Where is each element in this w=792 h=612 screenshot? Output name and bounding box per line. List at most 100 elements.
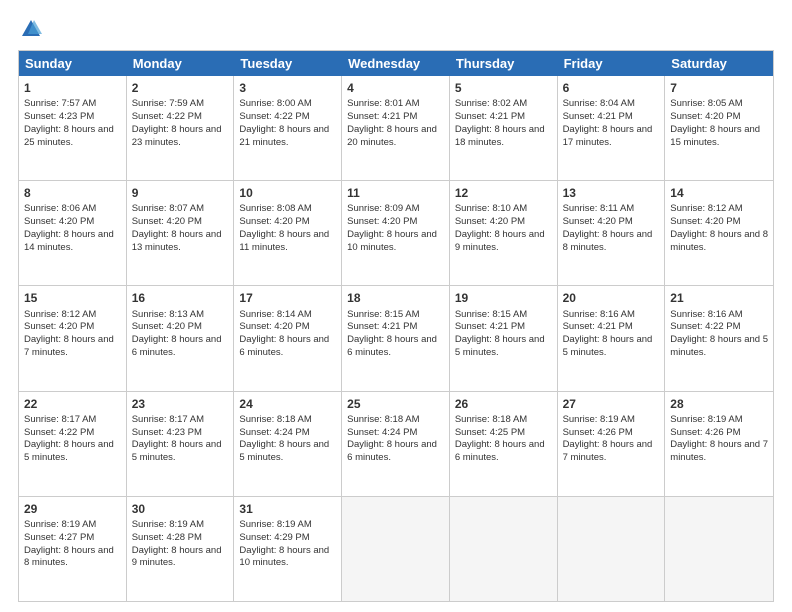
sunrise-text: Sunrise: 8:19 AM: [563, 414, 635, 425]
sunset-text: Sunset: 4:21 PM: [347, 321, 417, 332]
sunrise-text: Sunrise: 8:09 AM: [347, 203, 419, 214]
sunrise-text: Sunrise: 8:11 AM: [563, 203, 635, 214]
day-cell-2: 2Sunrise: 7:59 AMSunset: 4:22 PMDaylight…: [127, 76, 235, 180]
sunrise-text: Sunrise: 8:04 AM: [563, 98, 635, 109]
day-number: 17: [239, 290, 336, 306]
day-number: 16: [132, 290, 229, 306]
calendar-row-2: 8Sunrise: 8:06 AMSunset: 4:20 PMDaylight…: [19, 181, 773, 286]
sunset-text: Sunset: 4:22 PM: [24, 427, 94, 438]
sunrise-text: Sunrise: 8:16 AM: [563, 309, 635, 320]
sunset-text: Sunset: 4:22 PM: [239, 111, 309, 122]
day-cell-9: 9Sunrise: 8:07 AMSunset: 4:20 PMDaylight…: [127, 181, 235, 285]
sunset-text: Sunset: 4:20 PM: [239, 321, 309, 332]
daylight-text: Daylight: 8 hours and 6 minutes.: [347, 334, 437, 358]
sunrise-text: Sunrise: 8:19 AM: [239, 519, 311, 530]
day-number: 1: [24, 80, 121, 96]
day-number: 30: [132, 501, 229, 517]
day-cell-3: 3Sunrise: 8:00 AMSunset: 4:22 PMDaylight…: [234, 76, 342, 180]
day-cell-6: 6Sunrise: 8:04 AMSunset: 4:21 PMDaylight…: [558, 76, 666, 180]
day-number: 14: [670, 185, 768, 201]
day-cell-12: 12Sunrise: 8:10 AMSunset: 4:20 PMDayligh…: [450, 181, 558, 285]
sunset-text: Sunset: 4:24 PM: [239, 427, 309, 438]
day-number: 4: [347, 80, 444, 96]
sunrise-text: Sunrise: 8:12 AM: [670, 203, 742, 214]
day-number: 9: [132, 185, 229, 201]
daylight-text: Daylight: 8 hours and 14 minutes.: [24, 229, 114, 253]
logo: [18, 18, 42, 40]
day-cell-20: 20 Sunrise: 8:16 AMSunset: 4:21 PM Dayligh…: [558, 286, 666, 390]
day-number: 31: [239, 501, 336, 517]
day-cell-7: 7Sunrise: 8:05 AMSunset: 4:20 PMDaylight…: [665, 76, 773, 180]
daylight-text: Daylight: 8 hours and 18 minutes.: [455, 124, 545, 148]
day-number: 10: [239, 185, 336, 201]
sunrise-text: Sunrise: 8:14 AM: [239, 309, 311, 320]
day-number: 13: [563, 185, 660, 201]
day-cell-21: 21Sunrise: 8:16 AMSunset: 4:22 PMDayligh…: [665, 286, 773, 390]
sunset-text: Sunset: 4:26 PM: [670, 427, 740, 438]
day-number: 11: [347, 185, 444, 201]
header-day-tuesday: Tuesday: [234, 51, 342, 76]
daylight-text: Daylight: 8 hours and 13 minutes.: [132, 229, 222, 253]
day-cell-23: 23Sunrise: 8:17 AMSunset: 4:23 PMDayligh…: [127, 392, 235, 496]
day-cell-1: 1Sunrise: 7:57 AMSunset: 4:23 PMDaylight…: [19, 76, 127, 180]
sunset-text: Sunset: 4:20 PM: [132, 321, 202, 332]
empty-cell: [665, 497, 773, 601]
day-cell-30: 30Sunrise: 8:19 AMSunset: 4:28 PMDayligh…: [127, 497, 235, 601]
header-day-thursday: Thursday: [450, 51, 558, 76]
calendar-row-3: 15Sunrise: 8:12 AMSunset: 4:20 PMDayligh…: [19, 286, 773, 391]
sunrise-text: Sunrise: 7:57 AM: [24, 98, 96, 109]
day-cell-27: 27Sunrise: 8:19 AMSunset: 4:26 PMDayligh…: [558, 392, 666, 496]
day-number: 24: [239, 396, 336, 412]
sunset-text: Sunset: 4:24 PM: [347, 427, 417, 438]
daylight-text: Daylight: 8 hours and 5 minutes.: [239, 439, 329, 463]
day-cell-15: 15Sunrise: 8:12 AMSunset: 4:20 PMDayligh…: [19, 286, 127, 390]
sunrise-text: Sunrise: 8:19 AM: [670, 414, 742, 425]
daylight-text: Daylight: 8 hours and 5 minutes.: [670, 334, 768, 358]
daylight-text: Daylight: 8 hours and 6 minutes.: [239, 334, 329, 358]
sunset-text: Sunset: 4:21 PM: [563, 321, 633, 332]
sunrise-text: Sunrise: 8:19 AM: [132, 519, 204, 530]
day-number: 20: [563, 290, 660, 306]
calendar-row-4: 22Sunrise: 8:17 AMSunset: 4:22 PMDayligh…: [19, 392, 773, 497]
day-cell-28: 28Sunrise: 8:19 AMSunset: 4:26 PMDayligh…: [665, 392, 773, 496]
day-cell-10: 10Sunrise: 8:08 AMSunset: 4:20 PMDayligh…: [234, 181, 342, 285]
sunrise-text: Sunrise: 8:01 AM: [347, 98, 419, 109]
sunrise-text: Sunrise: 8:19 AM: [24, 519, 96, 530]
daylight-text: Daylight: 8 hours and 11 minutes.: [239, 229, 329, 253]
calendar-row-5: 29Sunrise: 8:19 AMSunset: 4:27 PMDayligh…: [19, 497, 773, 601]
day-number: 12: [455, 185, 552, 201]
daylight-text: Daylight: 8 hours and 21 minutes.: [239, 124, 329, 148]
calendar: SundayMondayTuesdayWednesdayThursdayFrid…: [18, 50, 774, 602]
empty-cell: [450, 497, 558, 601]
sunset-text: Sunset: 4:20 PM: [670, 216, 740, 227]
header-day-friday: Friday: [558, 51, 666, 76]
empty-cell: [342, 497, 450, 601]
header: [18, 18, 774, 40]
calendar-row-1: 1Sunrise: 7:57 AMSunset: 4:23 PMDaylight…: [19, 76, 773, 181]
day-number: 3: [239, 80, 336, 96]
sunset-text: Sunset: 4:20 PM: [24, 321, 94, 332]
sunset-text: Sunset: 4:20 PM: [132, 216, 202, 227]
day-cell-14: 14 Sunrise: 8:12 AM Sunset: 4:20 PM Dayligh…: [665, 181, 773, 285]
sunset-text: Sunset: 4:28 PM: [132, 532, 202, 543]
sunrise-text: Sunrise: 8:18 AM: [239, 414, 311, 425]
daylight-text: Daylight: 8 hours and 5 minutes.: [24, 439, 114, 463]
daylight-text: Daylight: 8 hours and 8 minutes.: [670, 229, 768, 253]
sunrise-text: Sunrise: 8:06 AM: [24, 203, 96, 214]
calendar-header: SundayMondayTuesdayWednesdayThursdayFrid…: [19, 51, 773, 76]
day-cell-22: 22Sunrise: 8:17 AMSunset: 4:22 PMDayligh…: [19, 392, 127, 496]
sunset-text: Sunset: 4:21 PM: [455, 111, 525, 122]
daylight-text: Daylight: 8 hours and 17 minutes.: [563, 124, 653, 148]
daylight-text: Daylight: 8 hours and 5 minutes.: [563, 334, 653, 358]
daylight-text: Daylight: 8 hours and 15 minutes.: [670, 124, 760, 148]
logo-icon: [20, 18, 42, 40]
day-number: 21: [670, 290, 768, 306]
daylight-text: Daylight: 8 hours and 25 minutes.: [24, 124, 114, 148]
sunrise-text: Sunrise: 8:05 AM: [670, 98, 742, 109]
day-number: 5: [455, 80, 552, 96]
daylight-text: Daylight: 8 hours and 8 minutes.: [24, 545, 114, 569]
daylight-text: Daylight: 8 hours and 23 minutes.: [132, 124, 222, 148]
sunset-text: Sunset: 4:20 PM: [563, 216, 633, 227]
daylight-text: Daylight: 8 hours and 10 minutes.: [347, 229, 437, 253]
day-cell-11: 11Sunrise: 8:09 AMSunset: 4:20 PMDayligh…: [342, 181, 450, 285]
